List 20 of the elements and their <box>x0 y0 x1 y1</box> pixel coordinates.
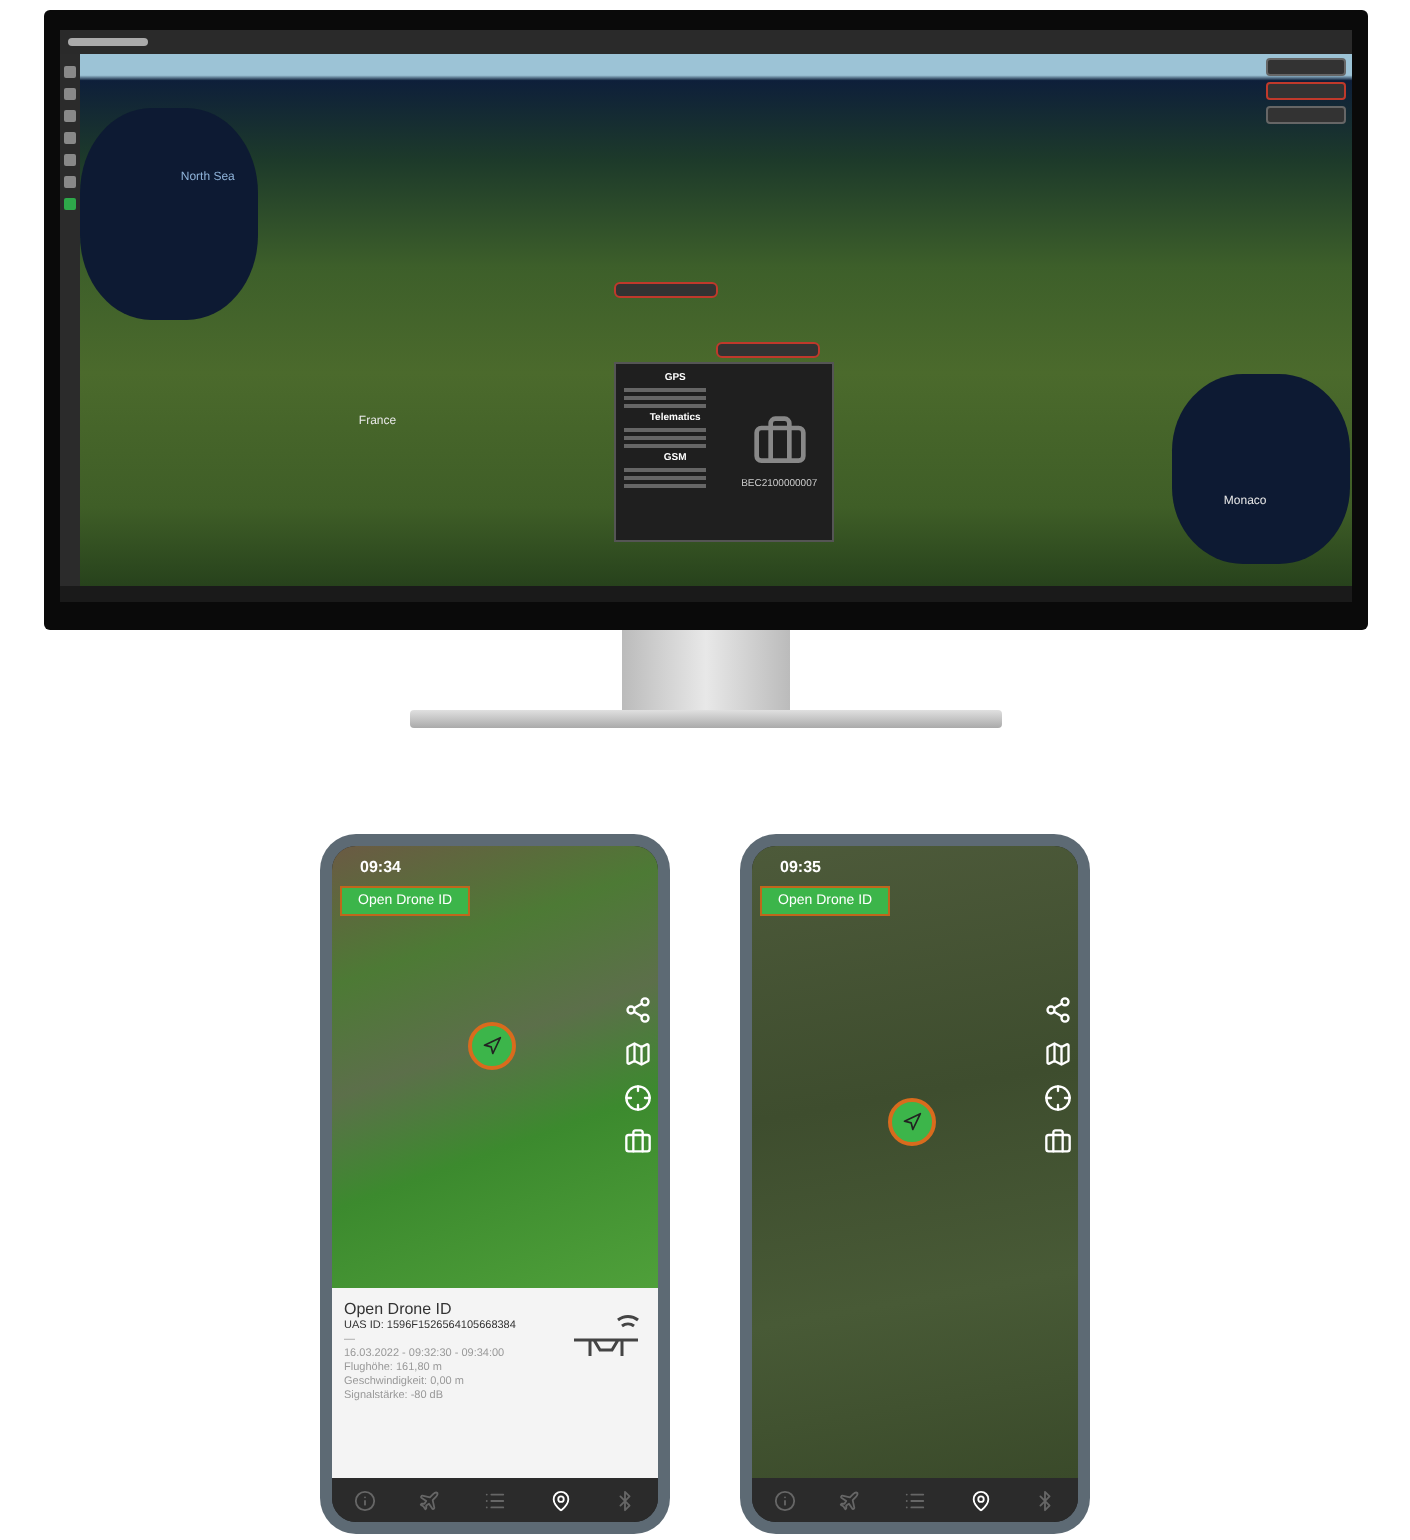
map-marker[interactable] <box>715 341 819 358</box>
briefcase-icon[interactable] <box>624 1128 652 1156</box>
arrow-icon <box>482 1036 503 1057</box>
status-time: 09:35 <box>780 858 821 876</box>
drone-marker[interactable] <box>888 1098 937 1147</box>
drone-marker[interactable] <box>468 1022 517 1071</box>
map-control-button[interactable] <box>1265 106 1345 124</box>
crosshair-icon[interactable] <box>624 1084 652 1112</box>
status-time: 09:34 <box>360 858 401 876</box>
map-control-button[interactable] <box>1265 82 1345 100</box>
tool-share-icon[interactable] <box>1044 996 1072 1024</box>
arrow-icon <box>902 1112 923 1133</box>
map-icon[interactable] <box>1044 1040 1072 1068</box>
map-icon[interactable] <box>624 1040 652 1068</box>
map-control-button[interactable] <box>1265 58 1345 76</box>
card-title: Open Drone ID <box>344 1300 454 1318</box>
crosshair-icon[interactable] <box>1044 1084 1072 1112</box>
map-marker[interactable] <box>613 282 718 299</box>
tool-share-icon[interactable] <box>624 996 652 1024</box>
briefcase-icon[interactable] <box>1044 1128 1072 1156</box>
